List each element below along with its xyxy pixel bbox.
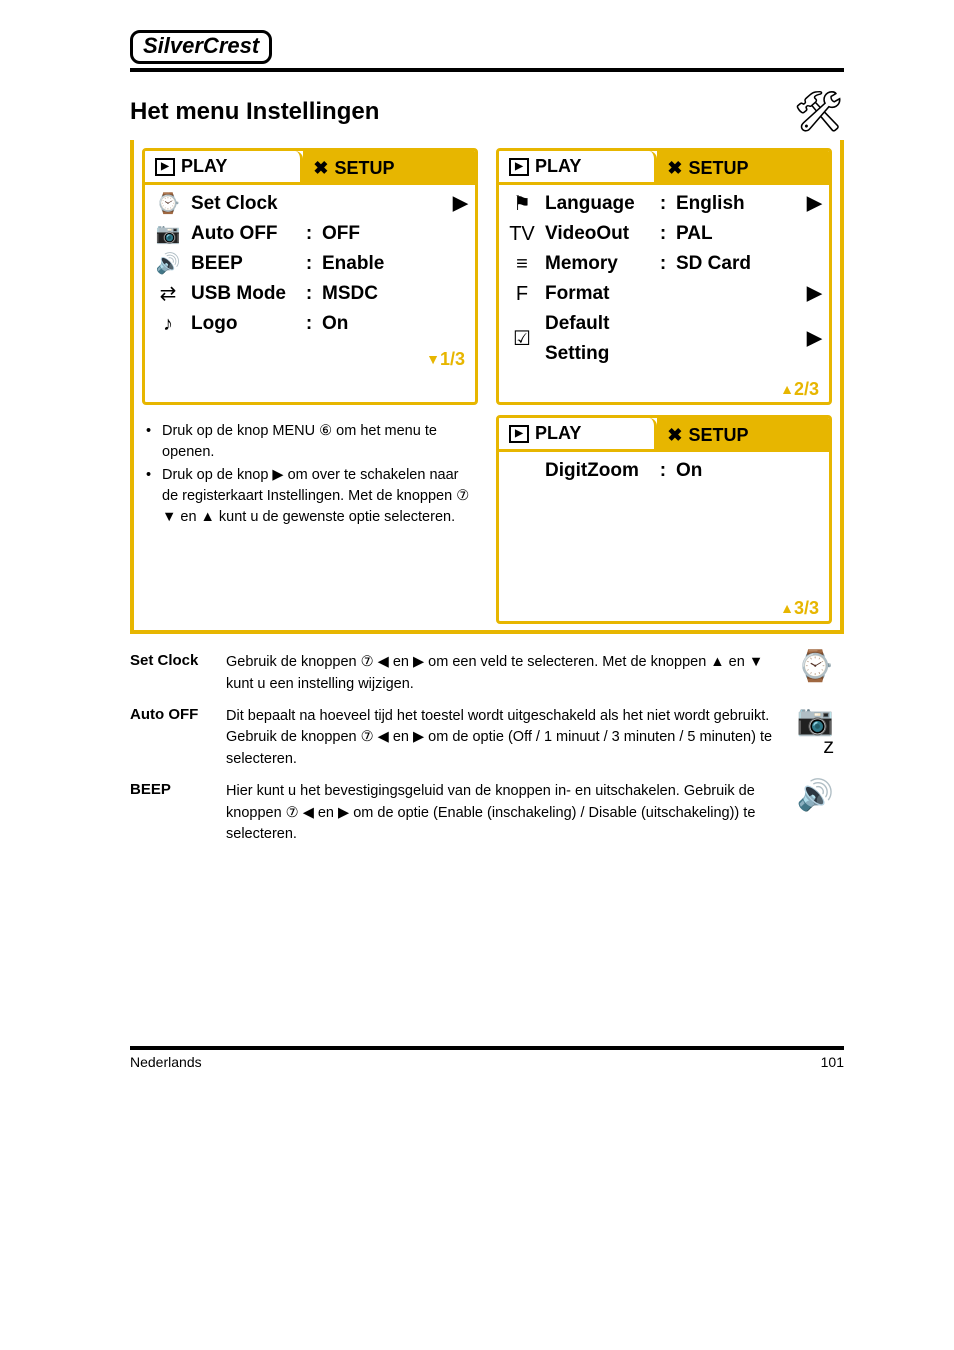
menu-item-label: Format [545,279,650,309]
setup-panel-1: PLAY ✖ SETUP ⌚ Set Clock ▶ 📷 Auto OFF OFF 🔊 BEE… [142,148,478,405]
menu-item-icon: ≡ [507,249,537,279]
menu-item[interactable]: ⇄ USB Mode MSDC [153,279,467,309]
definition-item: Auto OFF Dit bepaalt na hoeveel tijd het … [130,706,844,771]
panels-container: PLAY ✖ SETUP ⌚ Set Clock ▶ 📷 Auto OFF OFF 🔊 BEE… [130,140,844,634]
tab-play-label: PLAY [535,423,581,444]
tab-play[interactable]: PLAY [499,151,657,185]
chevron-right-icon: ▶ [453,189,467,219]
definition-body: Hier kunt u het bevestigingsgeluid van d… [226,781,780,846]
menu-item-value: MSDC [322,279,445,309]
menu-item[interactable]: 📷 Auto OFF OFF [153,219,467,249]
tab-play-label: PLAY [535,156,581,177]
menu-item-value: Enable [322,249,445,279]
definition-item: BEEP Hier kunt u het bevestigingsgeluid v… [130,781,844,846]
menu-separator [304,309,314,339]
menu-item-icon: ♪ [153,309,183,339]
menu-separator [658,249,668,279]
tab-setup-label: SETUP [334,158,394,179]
setup-icon: ✖ [667,425,682,446]
menu-item-icon: ⌚ [153,189,183,219]
instruction-item: •Druk op de knop ▶ om over te schakelen … [146,465,478,528]
menu-item-icon: 📷 [153,219,183,249]
definition-icon: 🔊 [794,781,834,811]
setup-panel-3: PLAY ✖ SETUP DigitZoom On ▲3/3 [496,415,832,624]
definition-body: Gebruik de knoppen ⑦ ◀ en ▶ om een veld … [226,652,780,696]
definition-item: Set Clock Gebruik de knoppen ⑦ ◀ en ▶ om … [130,652,844,696]
menu-separator [658,219,668,249]
menu-item-label: USB Mode [191,279,296,309]
tools-icon: 🛠 [793,92,844,132]
menu-item-label: Set Clock [191,189,296,219]
tab-setup-label: SETUP [688,425,748,446]
panel-pager-3: ▲3/3 [499,598,829,621]
menu-separator [658,456,668,486]
setup-icon: ✖ [313,158,328,179]
menu-item[interactable]: ☑ Default Setting ▶ [507,309,821,369]
brand-logo: SilverCrest [130,30,272,64]
menu-item-label: Memory [545,249,650,279]
menu-item[interactable]: ♪ Logo On [153,309,467,339]
instruction-item: •Druk op de knop MENU ⑥ om het menu te o… [146,421,478,463]
menu-item-icon: ⚑ [507,189,537,219]
menu-separator [304,249,314,279]
menu-item-label: Auto OFF [191,219,296,249]
setup-icon: ✖ [667,158,682,179]
tab-setup-label: SETUP [688,158,748,179]
definition-term: BEEP [130,781,212,798]
definition-icon: ⌚ [794,652,834,682]
footer-left: Nederlands [130,1054,202,1070]
tab-play-label: PLAY [181,156,227,177]
menu-item-value: PAL [676,219,799,249]
play-icon [509,425,529,443]
menu-item[interactable]: 🔊 BEEP Enable [153,249,467,279]
menu-item-icon: TV [507,219,537,249]
menu-item-label: DigitZoom [545,456,650,486]
menu-item-label: VideoOut [545,219,650,249]
menu-item-value: English [676,189,799,219]
definition-term: Set Clock [130,652,212,669]
menu-separator [304,279,314,309]
menu-item-label: Language [545,189,650,219]
menu-item[interactable]: TV VideoOut PAL [507,219,821,249]
tab-setup[interactable]: ✖ SETUP [657,418,829,452]
play-icon [509,158,529,176]
panel-pager-2: ▲2/3 [499,379,829,402]
menu-item[interactable]: ⚑ Language English ▶ [507,189,821,219]
tab-setup[interactable]: ✖ SETUP [657,151,829,185]
setup-panel-2: PLAY ✖ SETUP ⚑ Language English ▶ TV VideoOut… [496,148,832,405]
menu-item-label: Default Setting [545,309,650,369]
menu-item-value: SD Card [676,249,799,279]
menu-item-label: Logo [191,309,296,339]
menu-item[interactable]: ≡ Memory SD Card [507,249,821,279]
chevron-right-icon: ▶ [807,189,821,219]
menu-item[interactable]: ⌚ Set Clock ▶ [153,189,467,219]
menu-item-icon: 🔊 [153,249,183,279]
chevron-right-icon: ▶ [807,279,821,309]
menu-item-label: BEEP [191,249,296,279]
panel-pager-1: ▼1/3 [145,349,475,372]
tab-setup[interactable]: ✖ SETUP [303,151,475,185]
menu-item[interactable]: F Format ▶ [507,279,821,309]
tab-play[interactable]: PLAY [499,418,657,452]
section-title: Het menu Instellingen [130,98,379,126]
chevron-right-icon: ▶ [807,324,821,354]
menu-item-icon: F [507,279,537,309]
menu-item-value: On [322,309,445,339]
instruction-notes: •Druk op de knop MENU ⑥ om het menu te o… [142,415,478,624]
menu-separator [658,189,668,219]
menu-item-value: OFF [322,219,445,249]
definitions-list: Set Clock Gebruik de knoppen ⑦ ◀ en ▶ om … [130,652,844,846]
definition-body: Dit bepaalt na hoeveel tijd het toestel … [226,706,780,771]
menu-item[interactable]: DigitZoom On [507,456,821,486]
footer-page-number: 101 [821,1054,844,1070]
menu-item-icon: ☑ [507,324,537,354]
definition-term: Auto OFF [130,706,212,723]
play-icon [155,158,175,176]
header-divider [130,68,844,72]
menu-separator [304,219,314,249]
tab-play[interactable]: PLAY [145,151,303,185]
definition-icon: 📷ᶻ [794,706,834,766]
menu-item-icon: ⇄ [153,279,183,309]
menu-item-value: On [676,456,799,486]
